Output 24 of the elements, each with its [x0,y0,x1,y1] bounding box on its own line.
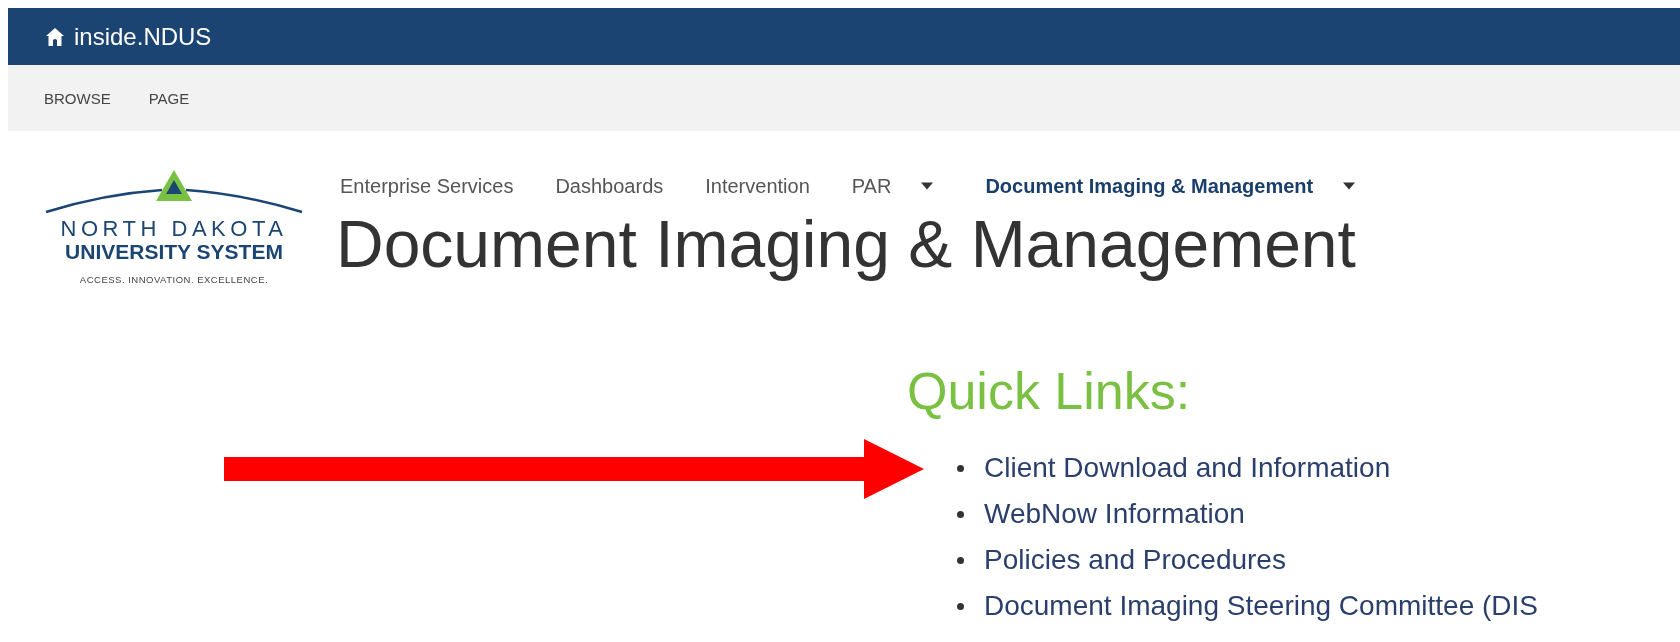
site-title-link[interactable]: inside.NDUS [74,22,212,51]
nav-link[interactable]: Intervention [705,174,810,198]
quick-link[interactable]: Policies and Procedures [984,544,1286,576]
bullet-icon [957,602,964,610]
section-heading: Quick Links: [907,361,1192,422]
bullet-icon [957,464,964,472]
dropdown-caret-icon[interactable] [1343,182,1356,190]
logo-text: UNIVERSITY SYSTEM [65,240,283,264]
ribbon-tab[interactable]: PAGE [148,89,190,107]
nav-link[interactable]: Dashboards [555,174,664,198]
nav-link[interactable]: Document Imaging & Management [985,174,1314,198]
ribbon-tab[interactable]: BROWSE [44,89,111,107]
logo-tagline: ACCESS. INNOVATION. EXCELLENCE. [79,274,269,285]
quick-link[interactable]: WebNow Information [984,498,1245,530]
quick-link[interactable]: Document Imaging Steering Committee (DIS [984,590,1538,622]
bullet-icon [957,556,964,564]
dropdown-caret-icon[interactable] [921,182,934,190]
nav-link[interactable]: PAR [851,174,892,198]
quick-link[interactable]: Client Download and Information [984,452,1391,484]
bullet-icon [957,510,964,518]
home-icon[interactable] [44,26,66,47]
page-title: Document Imaging & Management [336,208,1357,280]
logo-text: NORTH DAKOTA [60,218,288,240]
nav-link[interactable]: Enterprise Services [340,174,514,198]
